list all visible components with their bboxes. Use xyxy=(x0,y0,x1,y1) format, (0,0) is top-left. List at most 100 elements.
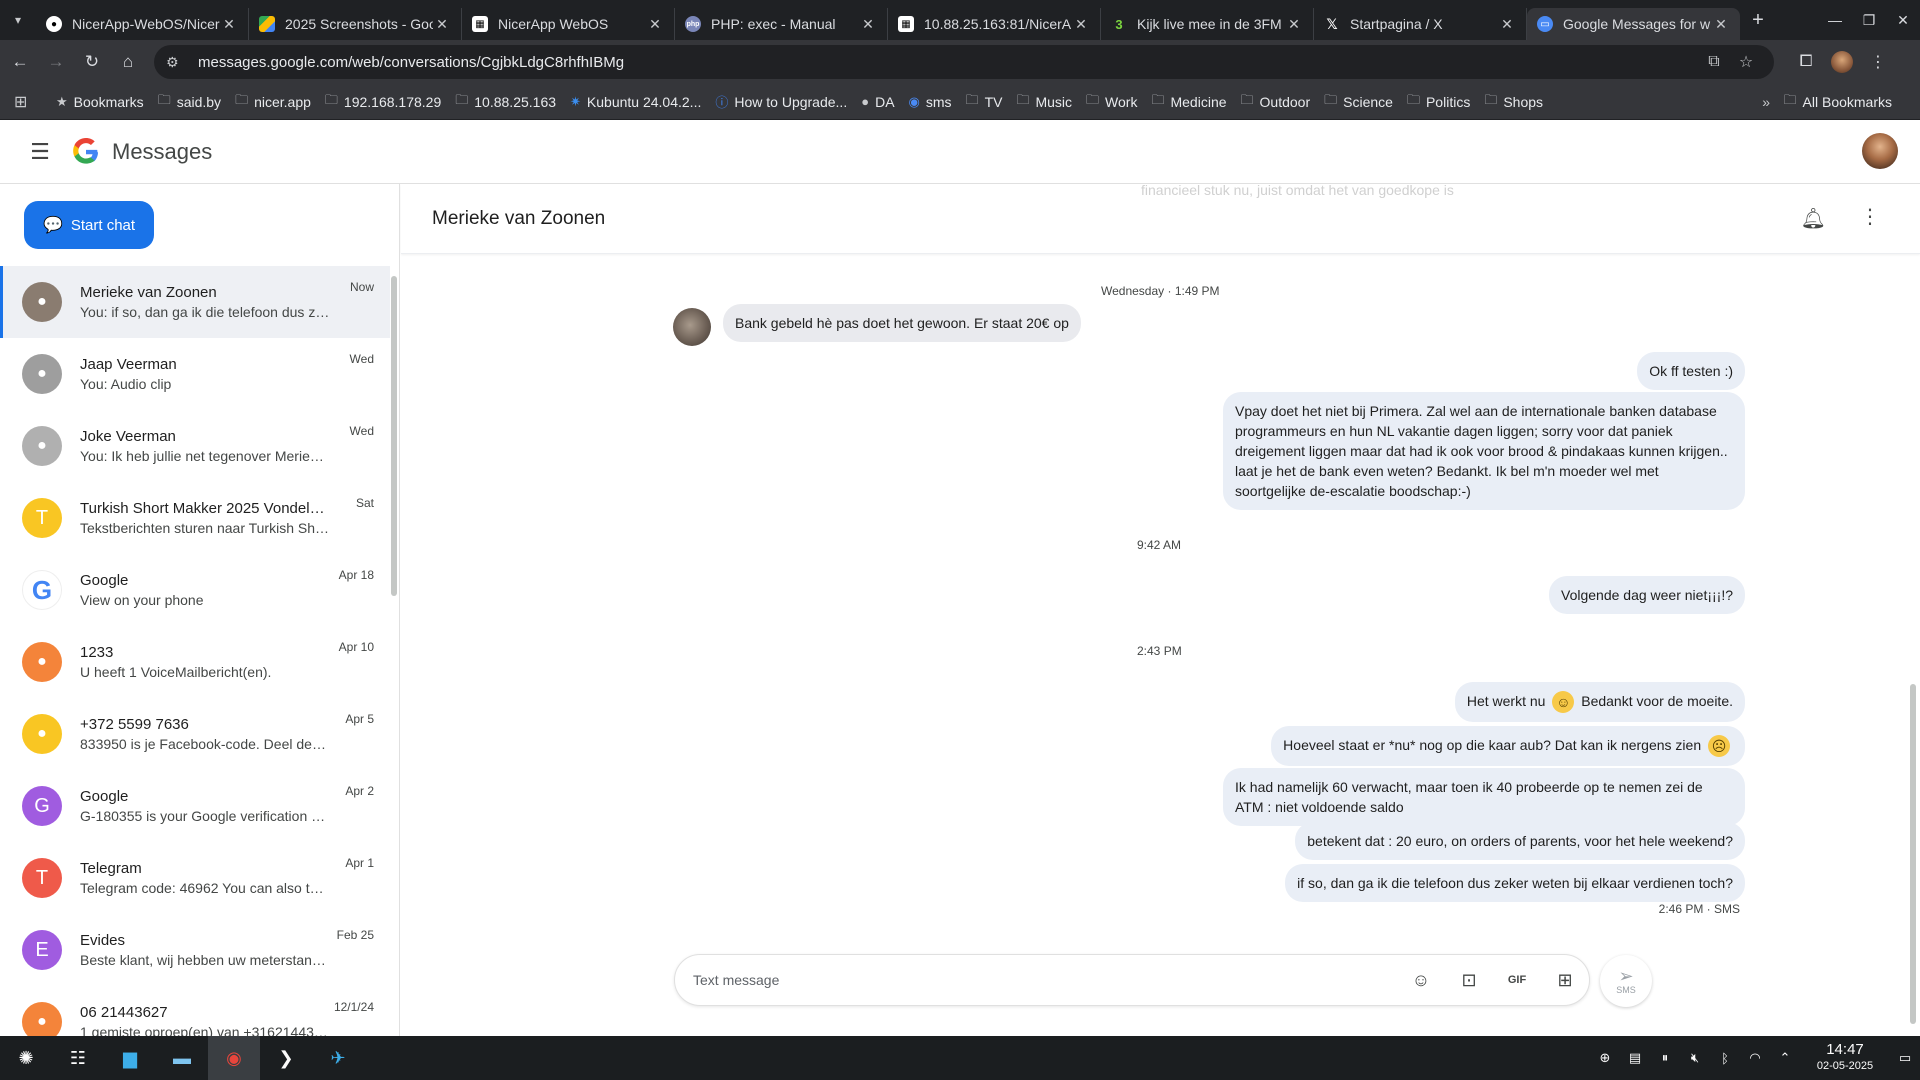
site-info-icon[interactable]: ⚙ xyxy=(166,54,188,71)
gif-icon[interactable]: GIF xyxy=(1493,974,1541,986)
bookmark-item[interactable]: ★ Bookmarks xyxy=(56,94,144,110)
bookmark-item[interactable]: 🗀 192.168.178.29 xyxy=(325,91,441,113)
browser-tab[interactable]: ● NicerApp-WebOS/Nicer ✕ xyxy=(36,8,249,40)
volume-muted-icon[interactable]: 🔇︎ xyxy=(1680,1050,1710,1066)
bookmark-item[interactable]: 🗀 said.by xyxy=(158,91,221,113)
conversation-item[interactable]: T Turkish Short Makker 2025 Vondelpark Tek… xyxy=(0,482,390,554)
extensions-icon[interactable]: ⧠ xyxy=(1788,53,1824,71)
close-tab-icon[interactable]: ✕ xyxy=(1498,16,1516,33)
folder-icon[interactable]: ▬ xyxy=(156,1036,208,1080)
bookmark-item[interactable]: 🗀 Outdoor xyxy=(1241,91,1311,113)
outgoing-message[interactable]: Ik had namelijk 60 verwacht, maar toen i… xyxy=(1223,768,1745,826)
browser-tab-active[interactable]: ▭ Google Messages for w ✕ xyxy=(1527,8,1740,40)
clipboard-icon[interactable]: ▤ xyxy=(1620,1050,1650,1066)
close-window-icon[interactable]: ✕ xyxy=(1886,0,1920,40)
send-sms-button[interactable]: ➢ SMS xyxy=(1600,955,1652,1007)
conversation-item[interactable]: G Google G-180355 is your Google verificat… xyxy=(0,770,390,842)
home-icon[interactable]: ⌂ xyxy=(112,46,144,78)
close-tab-icon[interactable]: ✕ xyxy=(220,16,238,33)
bookmark-item[interactable]: 🗀 Music xyxy=(1016,91,1072,113)
bookmark-item[interactable]: 🗀 10.88.25.163 xyxy=(455,91,556,113)
sticker-icon[interactable]: ⊡ xyxy=(1445,970,1493,991)
chrome-icon[interactable]: ◉ xyxy=(208,1036,260,1080)
outgoing-message[interactable]: if so, dan ga ik die telefoon dus zeker … xyxy=(1285,864,1745,902)
bookmark-item[interactable]: ◉ sms xyxy=(909,94,952,110)
outgoing-message[interactable]: Volgende dag weer niet¡¡¡!? xyxy=(1549,576,1745,614)
install-app-icon[interactable]: ⧉ xyxy=(1698,53,1730,71)
browser-tab[interactable]: ▦ 10.88.25.163:81/NicerA ✕ xyxy=(888,8,1101,40)
bookmark-item[interactable]: 🗀 Work xyxy=(1086,91,1137,113)
minimize-icon[interactable]: — xyxy=(1818,0,1852,40)
conversation-item[interactable]: ● 06 21443627 1 gemiste oproep(en) van +31… xyxy=(0,986,390,1036)
close-tab-icon[interactable]: ✕ xyxy=(1712,16,1730,33)
forward-icon[interactable]: → xyxy=(40,46,72,78)
sidebar-scrollbar[interactable] xyxy=(391,276,397,596)
bookmark-item[interactable]: 🗀 Politics xyxy=(1407,91,1470,113)
terminal-icon[interactable]: ❯ xyxy=(260,1036,312,1080)
emoji-icon[interactable]: ☺ xyxy=(1397,970,1445,991)
back-icon[interactable]: ← xyxy=(4,46,36,78)
bookmark-item[interactable]: ● DA xyxy=(861,94,894,110)
conversation-item[interactable]: G Google View on your phone Apr 18 xyxy=(0,554,390,626)
more-bookmarks-icon[interactable]: » xyxy=(1762,94,1770,110)
bookmark-item[interactable]: ✷ Kubuntu 24.04.2... xyxy=(570,94,701,110)
reload-icon[interactable]: ↻ xyxy=(76,46,108,78)
bookmark-item[interactable]: 🗀 Medicine xyxy=(1151,91,1226,113)
start-chat-button[interactable]: 💬 Start chat xyxy=(24,201,154,249)
more-options-icon[interactable]: ⋮ xyxy=(1860,204,1880,229)
close-tab-icon[interactable]: ✕ xyxy=(859,16,877,33)
browser-tab[interactable]: ▦ NicerApp WebOS ✕ xyxy=(462,8,675,40)
tab-search-icon[interactable]: ▾ xyxy=(0,0,36,40)
url-text[interactable]: messages.google.com/web/conversations/Cg… xyxy=(198,54,1698,71)
pager-icon[interactable]: ☷ xyxy=(52,1036,104,1080)
tray-expand-icon[interactable]: ⌃ xyxy=(1770,1050,1800,1066)
browser-menu-icon[interactable]: ⋮ xyxy=(1860,52,1896,72)
outgoing-message[interactable]: Hoeveel staat er *nu* nog op die kaar au… xyxy=(1271,726,1745,767)
conversation-item[interactable]: T Telegram Telegram code: 46962 You can al… xyxy=(0,842,390,914)
outgoing-message[interactable]: Vpay doet het niet bij Primera. Zal wel … xyxy=(1223,392,1745,510)
browser-tab[interactable]: php PHP: exec - Manual ✕ xyxy=(675,8,888,40)
address-bar[interactable]: ⚙ messages.google.com/web/conversations/… xyxy=(154,45,1774,79)
wifi-icon[interactable]: ◠ xyxy=(1740,1050,1770,1066)
file-manager-icon[interactable]: ▆ xyxy=(104,1036,156,1080)
close-tab-icon[interactable]: ✕ xyxy=(646,16,664,33)
account-avatar[interactable] xyxy=(1862,133,1898,169)
bookmark-item[interactable]: 🗀 nicer.app xyxy=(235,91,311,113)
outgoing-message[interactable]: betekent dat : 20 euro, on orders of par… xyxy=(1295,822,1745,860)
app-launcher-icon[interactable]: ✺ xyxy=(0,1036,52,1080)
incoming-message[interactable]: Bank gebeld hè pas doet het gewoon. Er s… xyxy=(723,304,1081,342)
close-tab-icon[interactable]: ✕ xyxy=(1285,16,1303,33)
attach-media-icon[interactable]: ⊞ xyxy=(1541,970,1589,991)
conversation-item[interactable]: ● Joke Veerman You: Ik heb jullie net tege… xyxy=(0,410,390,482)
message-scrollbar[interactable] xyxy=(1910,684,1916,1024)
outgoing-message[interactable]: Het werkt nu ☺ Bedankt voor de moeite. xyxy=(1454,682,1745,723)
text-message-input[interactable]: Text message xyxy=(693,972,1397,988)
bookmark-item[interactable]: 🗀 TV xyxy=(966,91,1003,113)
menu-icon[interactable]: ☰ xyxy=(20,139,60,165)
bell-icon[interactable]: 🔔︎ xyxy=(1801,206,1826,231)
conversation-item[interactable]: E Evides Beste klant, wij hebben uw meters… xyxy=(0,914,390,986)
bookmark-item[interactable]: 🗀 Science xyxy=(1324,91,1393,113)
new-tab-icon[interactable]: + xyxy=(1740,9,1776,32)
bookmark-star-icon[interactable]: ☆ xyxy=(1730,52,1762,72)
browser-tab[interactable]: 2025 Screenshots - Goo ✕ xyxy=(249,8,462,40)
bookmark-item[interactable]: ⓘ How to Upgrade... xyxy=(715,92,847,111)
conversation-item[interactable]: ● Merieke van Zoonen You: if so, dan ga ik… xyxy=(0,266,390,338)
show-desktop-icon[interactable]: ▭ xyxy=(1890,1050,1920,1066)
browser-tab[interactable]: 3 Kijk live mee in de 3FM ✕ xyxy=(1101,8,1314,40)
close-tab-icon[interactable]: ✕ xyxy=(1072,16,1090,33)
restore-icon[interactable]: ❐ xyxy=(1852,0,1886,40)
apps-grid-icon[interactable]: ⊞ xyxy=(14,92,38,112)
close-tab-icon[interactable]: ✕ xyxy=(433,16,451,33)
outgoing-message[interactable]: Ok ff testen :) xyxy=(1637,352,1745,390)
clock[interactable]: 14:47 02-05-2025 xyxy=(1800,1042,1890,1074)
bluetooth-icon[interactable]: ᛒ xyxy=(1710,1051,1740,1066)
browser-tab[interactable]: 𝕏 Startpagina / X ✕ xyxy=(1314,8,1527,40)
conversation-item[interactable]: ● +372 5599 7636 833950 is je Facebook-cod… xyxy=(0,698,390,770)
conversation-item[interactable]: ● Jaap Veerman You: Audio clip Wed xyxy=(0,338,390,410)
media-icon[interactable]: ⏸ xyxy=(1650,1050,1680,1066)
kdeconnect-icon[interactable]: ✈ xyxy=(312,1036,364,1080)
conversation-item[interactable]: ● 1233 U heeft 1 VoiceMailbericht(en). Apr … xyxy=(0,626,390,698)
browser-profile-avatar[interactable] xyxy=(1831,51,1853,73)
all-bookmarks-button[interactable]: 🗀 All Bookmarks xyxy=(1784,91,1892,113)
